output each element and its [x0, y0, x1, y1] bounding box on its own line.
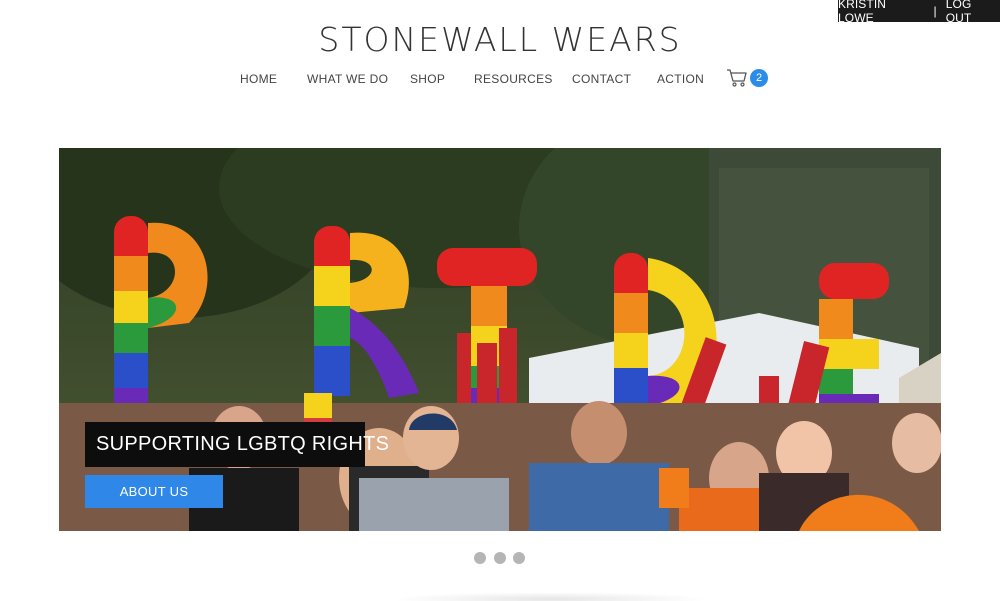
- cart-button[interactable]: 2: [726, 68, 770, 90]
- carousel-dot[interactable]: [494, 552, 506, 564]
- nav-item-action[interactable]: ACTION: [657, 72, 704, 86]
- nav-item-contact[interactable]: CONTACT: [572, 72, 631, 86]
- section-shadow: [390, 592, 710, 601]
- hero-caption: SUPPORTING LGBTQ RIGHTS: [85, 422, 389, 467]
- balloon-letter-e: [819, 263, 889, 422]
- about-us-button[interactable]: ABOUT US: [85, 475, 223, 508]
- site-title[interactable]: STONEWALL WEARS: [0, 20, 1000, 59]
- carousel-dot[interactable]: [474, 552, 486, 564]
- hero-slider[interactable]: [59, 148, 941, 531]
- account-separator: |: [933, 4, 937, 18]
- main-nav: HOME WHAT WE DO SHOP RESOURCES CONTACT A…: [0, 68, 1000, 90]
- carousel-dot[interactable]: [513, 552, 525, 564]
- nav-item-home[interactable]: HOME: [240, 72, 277, 86]
- shopping-cart-icon: [727, 69, 747, 87]
- cart-count-badge: 2: [750, 69, 768, 87]
- nav-item-what-we-do[interactable]: WHAT WE DO: [307, 72, 388, 86]
- nav-item-shop[interactable]: SHOP: [410, 72, 445, 86]
- hero-image: [59, 148, 941, 531]
- carousel-dots: [474, 552, 528, 566]
- pride-sign: [499, 328, 517, 408]
- nav-item-resources[interactable]: RESOURCES: [474, 72, 553, 86]
- account-bar: KRISTIN LOWE | LOG OUT: [838, 0, 1000, 25]
